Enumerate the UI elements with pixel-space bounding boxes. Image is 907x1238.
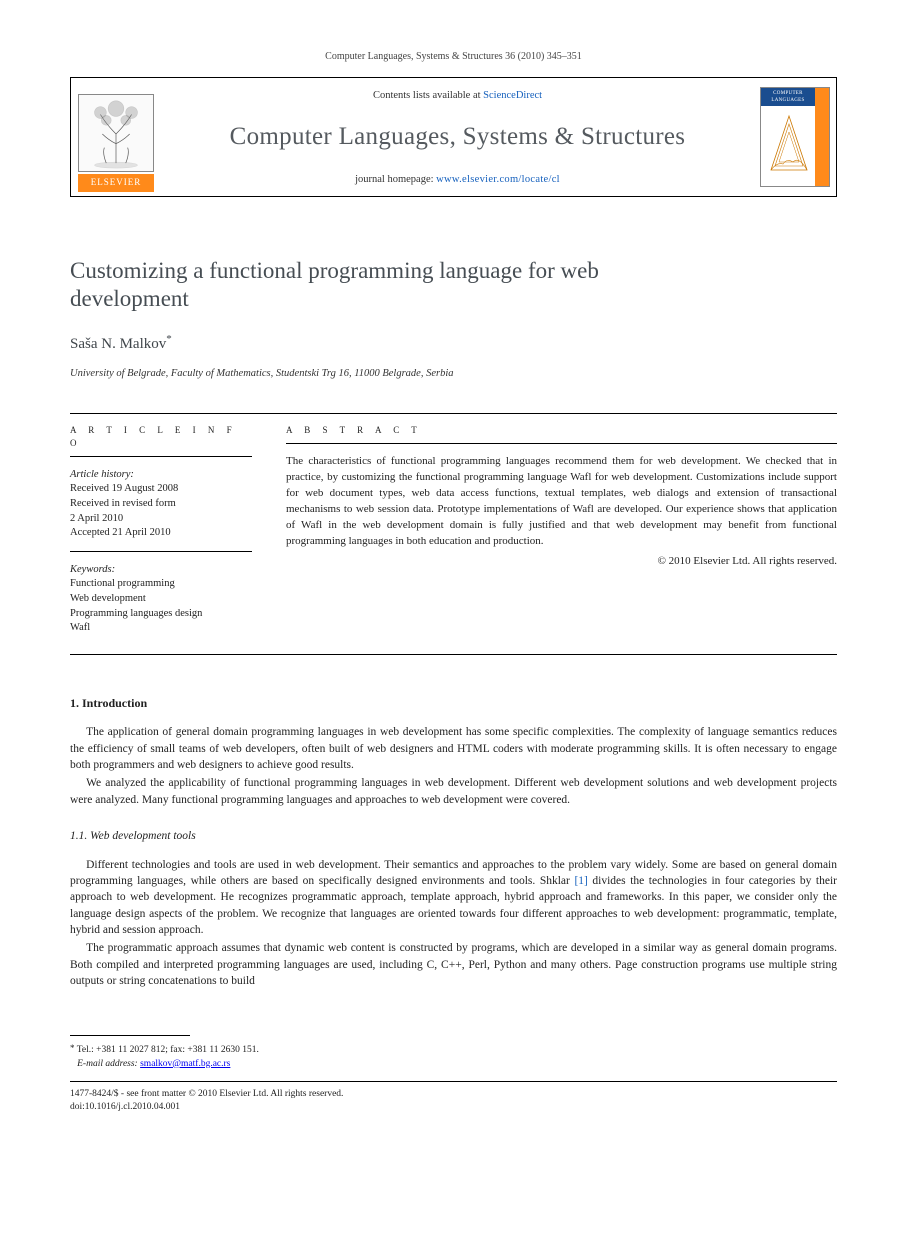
- abstract-text: The characteristics of functional progra…: [286, 454, 837, 550]
- masthead-center: Contents lists available at ScienceDirec…: [161, 78, 754, 196]
- abstract-block: A B S T R A C T The characteristics of f…: [286, 414, 837, 654]
- paragraph: We analyzed the applicability of functio…: [70, 775, 837, 808]
- elsevier-tree-icon: [78, 94, 154, 172]
- cover-thumbnail: COMPUTER LANGUAGES: [760, 87, 830, 187]
- corresponding-footnote: * Tel.: +381 11 2027 812; fax: +381 11 2…: [70, 1042, 837, 1071]
- paragraph: Different technologies and tools are use…: [70, 857, 837, 939]
- article-info-row: A R T I C L E I N F O Article history: R…: [70, 413, 837, 655]
- author-line: Saša N. Malkov*: [70, 332, 837, 356]
- journal-homepage: journal homepage: www.elsevier.com/locat…: [171, 172, 744, 187]
- abstract-heading: A B S T R A C T: [286, 424, 837, 437]
- publisher-logo: ELSEVIER: [71, 78, 161, 196]
- star-icon: *: [70, 1043, 75, 1053]
- journal-cover: COMPUTER LANGUAGES: [754, 78, 836, 196]
- footnote-tel: Tel.: +381 11 2027 812; fax: +381 11 263…: [77, 1045, 259, 1055]
- affiliation: University of Belgrade, Faculty of Mathe…: [70, 366, 837, 381]
- article-info-block: A R T I C L E I N F O Article history: R…: [70, 414, 252, 654]
- footer-block: 1477-8424/$ - see front matter © 2010 El…: [70, 1088, 837, 1115]
- contents-prefix: Contents lists available at: [373, 90, 483, 101]
- homepage-prefix: journal homepage:: [355, 174, 436, 185]
- author-email-link[interactable]: smalkov@matf.bg.ac.rs: [140, 1059, 230, 1069]
- homepage-link[interactable]: www.elsevier.com/locate/cl: [436, 174, 560, 185]
- contents-available: Contents lists available at ScienceDirec…: [171, 88, 744, 103]
- paper-title: Customizing a functional programming lan…: [70, 257, 630, 315]
- email-label: E-mail address:: [77, 1059, 138, 1069]
- history-label: Article history:: [70, 467, 252, 482]
- article-info-heading: A R T I C L E I N F O: [70, 424, 252, 450]
- section-heading-1: 1. Introduction: [70, 695, 837, 712]
- footer-doi-line: doi:10.1016/j.cl.2010.04.001: [70, 1101, 837, 1114]
- history-lines: Received 19 August 2008 Received in revi…: [70, 482, 252, 541]
- divider: [70, 456, 252, 457]
- article-body: 1. Introduction The application of gener…: [70, 695, 837, 989]
- journal-masthead: ELSEVIER Contents lists available at Sci…: [70, 77, 837, 197]
- publisher-name: ELSEVIER: [78, 174, 154, 191]
- citation-link[interactable]: [1]: [574, 875, 587, 887]
- corresponding-star-icon: *: [166, 333, 172, 345]
- footnote-divider: [70, 1035, 190, 1036]
- keywords-label: Keywords:: [70, 562, 252, 577]
- footer-issn-line: 1477-8424/$ - see front matter © 2010 El…: [70, 1088, 837, 1101]
- keywords-list: Functional programming Web development P…: [70, 577, 252, 636]
- sciencedirect-link[interactable]: ScienceDirect: [483, 90, 542, 101]
- cover-label: COMPUTER LANGUAGES: [761, 88, 815, 106]
- divider: [286, 443, 837, 444]
- journal-name: Computer Languages, Systems & Structures: [171, 119, 744, 155]
- paragraph: The programmatic approach assumes that d…: [70, 940, 837, 989]
- footer-divider: [70, 1081, 837, 1082]
- abstract-copyright: © 2010 Elsevier Ltd. All rights reserved…: [286, 554, 837, 570]
- paragraph: The application of general domain progra…: [70, 724, 837, 773]
- divider: [70, 551, 252, 552]
- author-link[interactable]: Saša N. Malkov: [70, 336, 166, 352]
- header-citation: Computer Languages, Systems & Structures…: [70, 50, 837, 65]
- subsection-heading-1-1: 1.1. Web development tools: [70, 828, 837, 845]
